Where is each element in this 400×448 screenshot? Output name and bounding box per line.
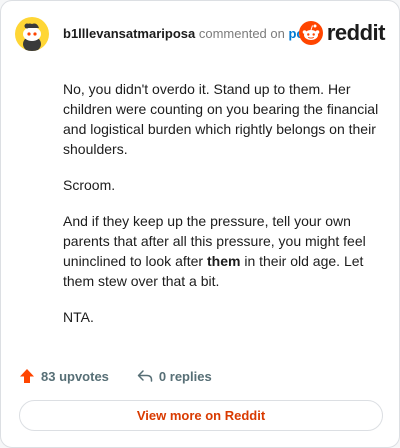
embedded-comment-card: b1lllevansatmariposa commented on post r… bbox=[0, 0, 400, 448]
upvote-count: 83 upvotes bbox=[41, 368, 109, 384]
upvote-arrow-icon bbox=[20, 369, 34, 383]
action-text: commented on bbox=[198, 26, 285, 41]
reddit-wordmark: reddit bbox=[326, 20, 386, 45]
reply-button[interactable]: 0 replies bbox=[137, 368, 212, 384]
comment-header: b1lllevansatmariposa commented on post r… bbox=[15, 17, 386, 51]
comment-body: No, you didn't overdo it. Stand up to th… bbox=[63, 79, 381, 343]
comment-paragraph: NTA. bbox=[63, 309, 94, 325]
comment-paragraph: Scroom. bbox=[63, 177, 116, 193]
reddit-logo-icon bbox=[298, 21, 323, 45]
comment-actions: 83 upvotes 0 replies bbox=[19, 366, 240, 386]
reply-count: 0 replies bbox=[158, 368, 212, 384]
byline: b1lllevansatmariposa commented on post bbox=[63, 26, 316, 42]
comment-paragraph: And if they keep up the pressure, tell y… bbox=[63, 211, 381, 291]
comment-paragraph: No, you didn't overdo it. Stand up to th… bbox=[63, 81, 379, 157]
reddit-brand[interactable]: reddit bbox=[298, 20, 386, 46]
snoo-avatar-icon[interactable] bbox=[15, 17, 49, 51]
view-more-label: View more on Reddit bbox=[136, 408, 266, 423]
username-link[interactable]: b1lllevansatmariposa bbox=[63, 26, 195, 41]
reply-arrow-icon bbox=[137, 370, 153, 382]
view-more-button[interactable]: View more on Reddit bbox=[19, 400, 383, 431]
upvote-button[interactable]: 83 upvotes bbox=[19, 368, 109, 384]
comment-emphasis: them bbox=[206, 253, 241, 269]
